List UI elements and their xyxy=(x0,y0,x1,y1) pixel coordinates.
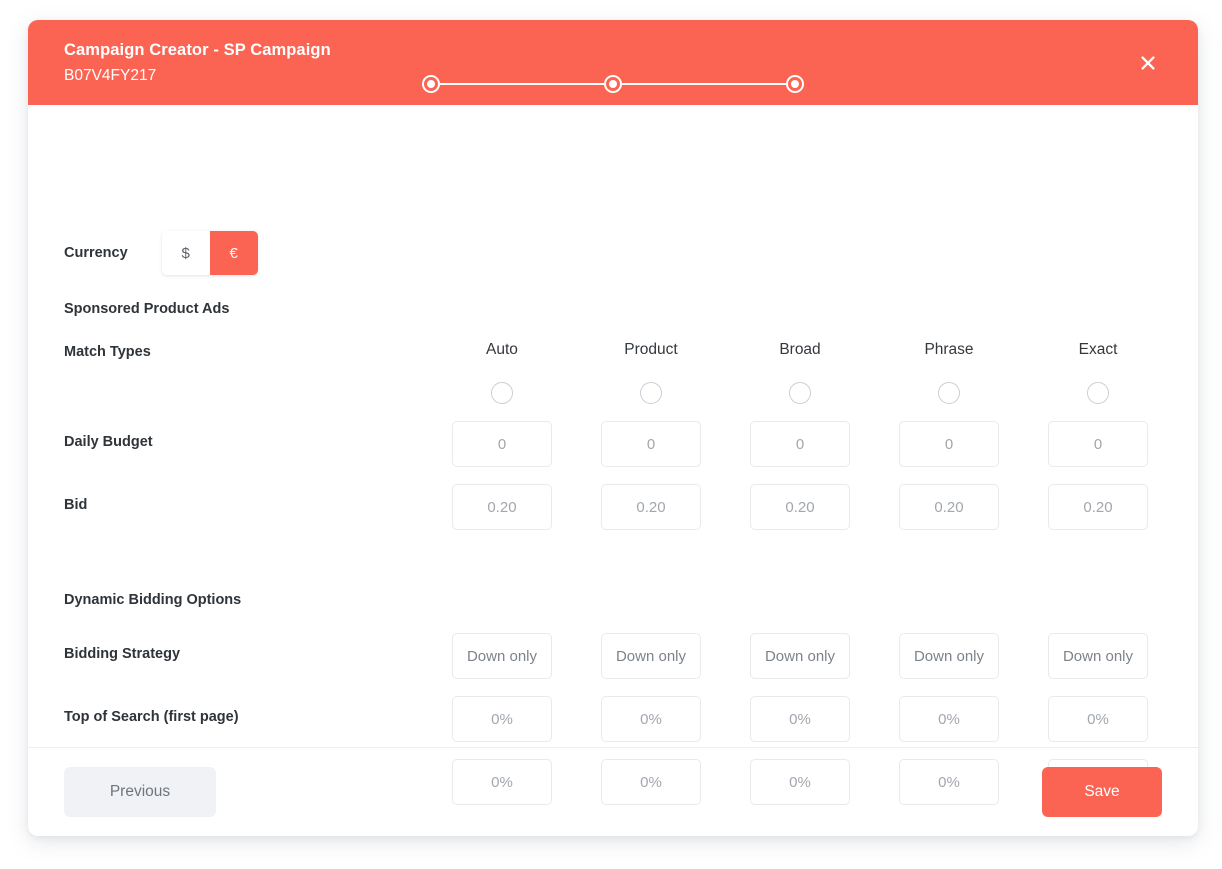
bid-input-auto[interactable]: 0.20 xyxy=(452,484,552,530)
daily-budget-cell-product: 0 xyxy=(601,421,701,467)
column-auto: Auto xyxy=(452,341,552,359)
top-of-search-input-product[interactable]: 0% xyxy=(601,696,701,742)
header-titles: Campaign Creator - SP Campaign B07V4FY21… xyxy=(64,38,331,87)
daily-budget-cell-auto: 0 xyxy=(452,421,552,467)
modal-subtitle-asin: B07V4FY217 xyxy=(64,64,331,87)
bid-row: 0.20 0.20 0.20 0.20 0.20 xyxy=(452,484,1171,530)
toggle-cell-phrase xyxy=(899,382,999,404)
currency-toggle[interactable]: $ € xyxy=(162,231,258,275)
column-broad: Broad xyxy=(750,341,850,359)
bidding-strategy-cell-auto: Down only xyxy=(452,633,552,679)
bid-cell-broad: 0.20 xyxy=(750,484,850,530)
bidding-strategy-cell-product: Down only xyxy=(601,633,701,679)
previous-button[interactable]: Previous xyxy=(64,767,216,817)
bid-cell-product: 0.20 xyxy=(601,484,701,530)
top-of-search-input-phrase[interactable]: 0% xyxy=(899,696,999,742)
campaign-creator-modal: Campaign Creator - SP Campaign B07V4FY21… xyxy=(28,20,1198,836)
bidding-strategy-select-auto[interactable]: Down only xyxy=(452,633,552,679)
top-of-search-cell-exact: 0% xyxy=(1048,696,1148,742)
daily-budget-cell-exact: 0 xyxy=(1048,421,1148,467)
top-of-search-cell-auto: 0% xyxy=(452,696,552,742)
top-of-search-row: 0% 0% 0% 0% 0% xyxy=(452,696,1171,742)
bidding-strategy-cell-broad: Down only xyxy=(750,633,850,679)
daily-budget-cell-broad: 0 xyxy=(750,421,850,467)
column-phrase: Phrase xyxy=(899,341,999,359)
close-icon[interactable] xyxy=(1134,49,1162,77)
bid-input-broad[interactable]: 0.20 xyxy=(750,484,850,530)
daily-budget-input-phrase[interactable]: 0 xyxy=(899,421,999,467)
save-button[interactable]: Save xyxy=(1042,767,1162,817)
row-label-bidding-strategy: Bidding Strategy xyxy=(64,646,180,662)
radio-auto[interactable] xyxy=(491,382,513,404)
progress-stepper xyxy=(422,74,804,94)
currency-option-usd[interactable]: $ xyxy=(162,231,210,275)
bidding-strategy-cell-phrase: Down only xyxy=(899,633,999,679)
toggle-cell-auto xyxy=(452,382,552,404)
toggle-cell-broad xyxy=(750,382,850,404)
top-of-search-cell-phrase: 0% xyxy=(899,696,999,742)
daily-budget-input-broad[interactable]: 0 xyxy=(750,421,850,467)
stepper-step-2[interactable] xyxy=(604,75,622,93)
row-label-daily-budget: Daily Budget xyxy=(64,434,153,450)
section-dynamic-bidding-options: Dynamic Bidding Options xyxy=(64,592,241,608)
bid-cell-auto: 0.20 xyxy=(452,484,552,530)
toggle-cell-product xyxy=(601,382,701,404)
top-of-search-cell-broad: 0% xyxy=(750,696,850,742)
bidding-strategy-select-product[interactable]: Down only xyxy=(601,633,701,679)
bidding-strategy-select-phrase[interactable]: Down only xyxy=(899,633,999,679)
modal-title: Campaign Creator - SP Campaign xyxy=(64,38,331,64)
modal-body: Currency $ € Sponsored Product Ads Match… xyxy=(28,105,1198,747)
bidding-strategy-select-broad[interactable]: Down only xyxy=(750,633,850,679)
daily-budget-input-product[interactable]: 0 xyxy=(601,421,701,467)
column-header-label: Product xyxy=(624,341,677,359)
match-type-toggle-row xyxy=(452,382,1171,404)
stepper-connector-1 xyxy=(440,83,604,85)
stepper-step-3[interactable] xyxy=(786,75,804,93)
daily-budget-input-auto[interactable]: 0 xyxy=(452,421,552,467)
modal-footer: Previous Save xyxy=(28,747,1198,836)
daily-budget-row: 0 0 0 0 0 xyxy=(452,421,1171,467)
row-label-top-of-search: Top of Search (first page) xyxy=(64,709,239,725)
stepper-connector-2 xyxy=(622,83,786,85)
top-of-search-input-auto[interactable]: 0% xyxy=(452,696,552,742)
top-of-search-input-broad[interactable]: 0% xyxy=(750,696,850,742)
bid-input-phrase[interactable]: 0.20 xyxy=(899,484,999,530)
column-header-label: Broad xyxy=(779,341,820,359)
bid-cell-phrase: 0.20 xyxy=(899,484,999,530)
currency-row: Currency $ € xyxy=(64,231,258,275)
column-product: Product xyxy=(601,341,701,359)
bidding-strategy-select-exact[interactable]: Down only xyxy=(1048,633,1148,679)
daily-budget-input-exact[interactable]: 0 xyxy=(1048,421,1148,467)
daily-budget-cell-phrase: 0 xyxy=(899,421,999,467)
bid-cell-exact: 0.20 xyxy=(1048,484,1148,530)
bidding-strategy-cell-exact: Down only xyxy=(1048,633,1148,679)
radio-product[interactable] xyxy=(640,382,662,404)
top-of-search-input-exact[interactable]: 0% xyxy=(1048,696,1148,742)
top-of-search-cell-product: 0% xyxy=(601,696,701,742)
bidding-strategy-row: Down only Down only Down only Down only … xyxy=(452,633,1171,679)
section-sponsored-product-ads: Sponsored Product Ads xyxy=(64,301,229,317)
radio-phrase[interactable] xyxy=(938,382,960,404)
radio-exact[interactable] xyxy=(1087,382,1109,404)
match-types-label: Match Types xyxy=(64,344,151,360)
column-header-label: Exact xyxy=(1079,341,1118,359)
bid-input-exact[interactable]: 0.20 xyxy=(1048,484,1148,530)
bid-input-product[interactable]: 0.20 xyxy=(601,484,701,530)
stepper-step-1[interactable] xyxy=(422,75,440,93)
radio-broad[interactable] xyxy=(789,382,811,404)
currency-label: Currency xyxy=(64,245,128,261)
match-type-column-headers: Auto Product Broad Phrase Exact xyxy=(452,341,1171,359)
modal-header: Campaign Creator - SP Campaign B07V4FY21… xyxy=(28,20,1198,105)
row-label-bid: Bid xyxy=(64,497,87,513)
column-header-label: Phrase xyxy=(924,341,973,359)
toggle-cell-exact xyxy=(1048,382,1148,404)
currency-option-eur[interactable]: € xyxy=(210,231,258,275)
column-exact: Exact xyxy=(1048,341,1148,359)
column-header-label: Auto xyxy=(486,341,518,359)
